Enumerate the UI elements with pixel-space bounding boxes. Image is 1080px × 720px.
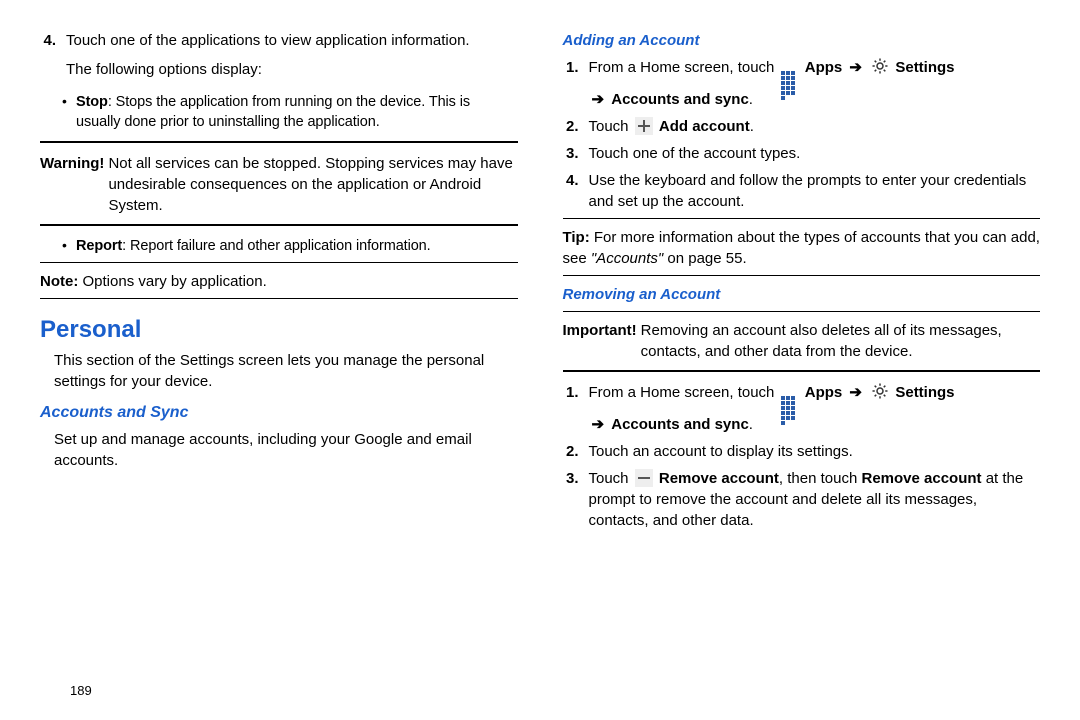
- step-body: From a Home screen, touch Apps ➔ Setting…: [589, 382, 1041, 435]
- personal-paragraph: This section of the Settings screen lets…: [54, 350, 518, 392]
- divider-thin: [40, 262, 518, 263]
- plus-icon: [635, 117, 653, 135]
- add-step-4: 4. Use the keyboard and follow the promp…: [563, 170, 1041, 212]
- settings-label: Settings: [895, 59, 954, 76]
- divider-thin: [563, 218, 1041, 219]
- step-body: Touch one of the applications to view ap…: [66, 30, 518, 86]
- remove-account-label: Remove account: [659, 470, 779, 487]
- text-pre: Touch: [589, 470, 633, 487]
- apps-icon: [781, 396, 799, 414]
- page-number: 189: [70, 682, 92, 700]
- step-4: 4. Touch one of the applications to view…: [40, 30, 518, 86]
- text-mid: , then touch: [779, 470, 862, 487]
- settings-gear-icon: [871, 382, 889, 400]
- settings-label: Settings: [895, 384, 954, 401]
- add-account-label: Add account: [659, 118, 750, 135]
- apps-label: Apps: [805, 59, 843, 76]
- bullet-body: Stop: Stops the application from running…: [76, 92, 518, 133]
- arrow-icon: ➔: [592, 416, 605, 433]
- right-column: Adding an Account 1. From a Home screen,…: [563, 30, 1041, 537]
- warning-block: Warning! Not all services can be stopped…: [40, 153, 518, 216]
- tip-lead: Tip:: [563, 229, 590, 246]
- step-body: From a Home screen, touch Apps ➔ Setting…: [589, 57, 1041, 110]
- apps-icon: [781, 71, 799, 89]
- bullet-body: Report: Report failure and other applica…: [76, 236, 518, 256]
- important-lead: Important!: [563, 320, 641, 362]
- add-step-2: 2. Touch Add account.: [563, 116, 1041, 137]
- step-number: 1.: [563, 382, 589, 435]
- warning-lead: Warning!: [40, 153, 108, 216]
- heading-removing-account: Removing an Account: [563, 284, 1041, 305]
- step-number: 2.: [563, 441, 589, 462]
- step-number: 3.: [563, 143, 589, 164]
- apps-label: Apps: [805, 384, 843, 401]
- accounts-sync-label: Accounts and sync: [611, 91, 749, 108]
- step-number: 1.: [563, 57, 589, 110]
- step-number: 2.: [563, 116, 589, 137]
- tip-reference: "Accounts": [591, 250, 663, 267]
- heading-personal: Personal: [40, 313, 518, 347]
- note-block: Note: Options vary by application.: [40, 271, 518, 292]
- add-step-1: 1. From a Home screen, touch Apps ➔ Sett…: [563, 57, 1041, 110]
- note-text: Options vary by application.: [83, 273, 267, 290]
- step-body: Touch Remove account, then touch Remove …: [589, 468, 1041, 531]
- minus-icon: [635, 469, 653, 487]
- divider: [40, 224, 518, 226]
- period: .: [749, 416, 753, 433]
- step-number: 4.: [563, 170, 589, 212]
- bullet-report-text: : Report failure and other application i…: [122, 238, 430, 254]
- text-pre: From a Home screen, touch: [589, 59, 779, 76]
- step-body: Touch one of the account types.: [589, 143, 1041, 164]
- settings-gear-icon: [871, 57, 889, 75]
- divider: [40, 141, 518, 143]
- step-number: 4.: [40, 30, 66, 86]
- warning-text: Not all services can be stopped. Stoppin…: [108, 153, 517, 216]
- text-pre: From a Home screen, touch: [589, 384, 779, 401]
- note-lead: Note:: [40, 273, 78, 290]
- rem-step-1: 1. From a Home screen, touch Apps ➔ Sett…: [563, 382, 1041, 435]
- bullet-dot: •: [62, 92, 76, 133]
- period: .: [749, 91, 753, 108]
- arrow-icon: ➔: [592, 91, 605, 108]
- period: .: [750, 118, 754, 135]
- accounts-sync-label: Accounts and sync: [611, 416, 749, 433]
- tip-post: on page 55.: [663, 250, 746, 267]
- bullet-stop: • Stop: Stops the application from runni…: [62, 92, 518, 133]
- bullet-dot: •: [62, 236, 76, 256]
- remove-account-label-2: Remove account: [861, 470, 981, 487]
- add-step-3: 3. Touch one of the account types.: [563, 143, 1041, 164]
- divider-thin: [563, 311, 1041, 312]
- step-sub: The following options display:: [66, 59, 518, 80]
- step-text: Touch one of the applications to view ap…: [66, 32, 470, 49]
- rem-step-2: 2. Touch an account to display its setti…: [563, 441, 1041, 462]
- important-text: Removing an account also deletes all of …: [641, 320, 1040, 362]
- text-pre: Touch: [589, 118, 633, 135]
- step-body: Use the keyboard and follow the prompts …: [589, 170, 1041, 212]
- bullet-stop-text: : Stops the application from running on …: [76, 94, 470, 130]
- accounts-paragraph: Set up and manage accounts, including yo…: [54, 429, 518, 471]
- heading-accounts-sync: Accounts and Sync: [40, 402, 518, 424]
- step-body: Touch Add account.: [589, 116, 1041, 137]
- step-number: 3.: [563, 468, 589, 531]
- page-columns: 4. Touch one of the applications to view…: [40, 30, 1040, 537]
- divider: [563, 370, 1041, 372]
- bullet-stop-label: Stop: [76, 94, 108, 110]
- arrow-icon: ➔: [849, 384, 862, 401]
- bullet-report-label: Report: [76, 238, 122, 254]
- arrow-icon: ➔: [849, 59, 862, 76]
- rem-step-3: 3. Touch Remove account, then touch Remo…: [563, 468, 1041, 531]
- step-body: Touch an account to display its settings…: [589, 441, 1041, 462]
- divider-thin: [563, 275, 1041, 276]
- important-block: Important! Removing an account also dele…: [563, 320, 1041, 362]
- bullet-report: • Report: Report failure and other appli…: [62, 236, 518, 256]
- left-column: 4. Touch one of the applications to view…: [40, 30, 518, 537]
- tip-block: Tip: For more information about the type…: [563, 227, 1041, 269]
- divider-thin: [40, 298, 518, 299]
- heading-adding-account: Adding an Account: [563, 30, 1041, 51]
